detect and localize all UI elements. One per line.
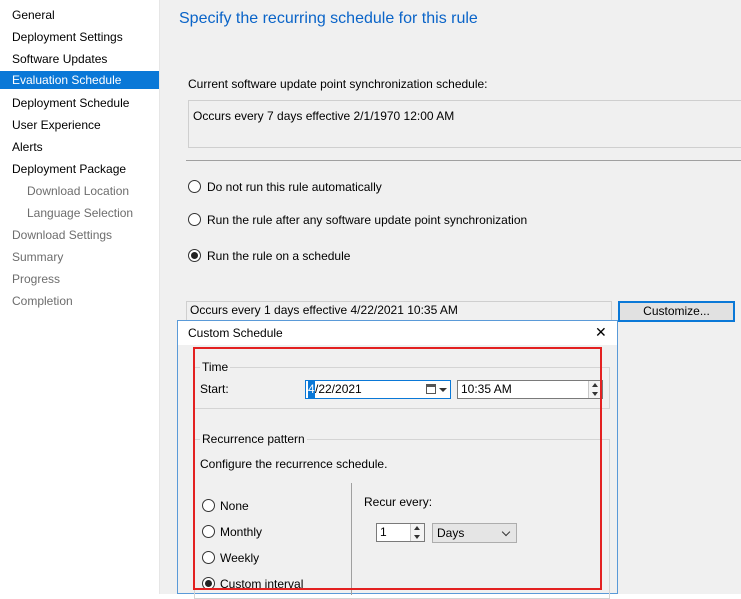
radio-run-on-schedule[interactable] bbox=[188, 249, 201, 262]
start-time-input[interactable]: 10:35 AM bbox=[457, 380, 603, 399]
sidebar-item-label: Evaluation Schedule bbox=[12, 73, 122, 87]
sync-schedule-text: Occurs every 7 days effective 2/1/1970 1… bbox=[193, 109, 455, 123]
customize-button[interactable]: Customize... bbox=[618, 301, 735, 322]
start-date-rest: /22/2021 bbox=[315, 382, 362, 396]
separator bbox=[186, 160, 741, 161]
sidebar-item-progress: Progress bbox=[0, 270, 159, 288]
radio-do-not-run[interactable] bbox=[188, 180, 201, 193]
sidebar-item-label: Deployment Schedule bbox=[12, 96, 130, 110]
radio-pattern-monthly-label[interactable]: Monthly bbox=[220, 525, 262, 539]
recur-unit-select[interactable]: Days bbox=[432, 523, 517, 543]
start-date-selected-part: 4 bbox=[308, 381, 315, 398]
sidebar-item-download-location: Download Location bbox=[0, 182, 159, 200]
chevron-down-icon[interactable] bbox=[439, 388, 447, 392]
radio-run-on-schedule-label[interactable]: Run the rule on a schedule bbox=[207, 249, 350, 263]
radio-pattern-custom-interval[interactable] bbox=[202, 577, 215, 590]
sidebar-item-label: Deployment Package bbox=[12, 162, 127, 176]
dialog-title: Custom Schedule bbox=[188, 326, 283, 340]
radio-pattern-monthly[interactable] bbox=[202, 525, 215, 538]
sidebar-item-download-settings: Download Settings bbox=[0, 226, 159, 244]
sidebar-item-label: Alerts bbox=[12, 140, 43, 154]
sidebar-item-deployment-package[interactable]: Deployment Package bbox=[0, 160, 159, 178]
sidebar-item-general[interactable]: General bbox=[0, 6, 159, 24]
sidebar-item-label: Download Location bbox=[27, 184, 130, 198]
sidebar-item-label: Deployment Settings bbox=[12, 30, 123, 44]
sidebar-item-label: Download Settings bbox=[12, 228, 113, 242]
recur-unit-value: Days bbox=[437, 526, 465, 540]
sidebar-item-label: Summary bbox=[12, 250, 64, 264]
radio-run-after-sync[interactable] bbox=[188, 213, 201, 226]
sidebar-item-deployment-schedule[interactable]: Deployment Schedule bbox=[0, 94, 159, 112]
start-time-spinner[interactable] bbox=[588, 381, 602, 398]
page-title: Specify the recurring schedule for this … bbox=[179, 10, 478, 27]
schedule-summary-text: Occurs every 1 days effective 4/22/2021 … bbox=[190, 303, 458, 317]
schedule-summary-box: Occurs every 1 days effective 4/22/2021 … bbox=[186, 301, 612, 321]
spin-down-icon[interactable] bbox=[414, 535, 420, 539]
sidebar-item-language-selection: Language Selection bbox=[0, 204, 159, 222]
start-label: Start: bbox=[200, 382, 229, 396]
time-group-label: Time bbox=[200, 360, 231, 374]
radio-pattern-weekly-label[interactable]: Weekly bbox=[220, 551, 259, 565]
sidebar-item-alerts[interactable]: Alerts bbox=[0, 138, 159, 156]
recur-interval-value: 1 bbox=[380, 525, 387, 539]
chevron-down-icon bbox=[501, 527, 511, 537]
recur-interval-spinner[interactable] bbox=[410, 524, 424, 541]
custom-schedule-dialog: Custom Schedule ✕ Time Start: 4 /22/2021… bbox=[177, 320, 618, 599]
recur-interval-input[interactable]: 1 bbox=[376, 523, 425, 542]
calendar-icon[interactable] bbox=[426, 384, 436, 394]
radio-pattern-none-label[interactable]: None bbox=[220, 499, 249, 513]
close-icon[interactable]: ✕ bbox=[595, 324, 607, 341]
sidebar-item-label: User Experience bbox=[12, 118, 101, 132]
sidebar-item-label: Progress bbox=[12, 272, 61, 286]
radio-pattern-weekly[interactable] bbox=[202, 551, 215, 564]
radio-run-after-sync-label[interactable]: Run the rule after any software update p… bbox=[207, 213, 527, 227]
sidebar-item-summary: Summary bbox=[0, 248, 159, 266]
start-time-value: 10:35 AM bbox=[461, 382, 512, 396]
pattern-divider bbox=[351, 483, 352, 595]
radio-pattern-custom-interval-label[interactable]: Custom interval bbox=[220, 577, 303, 591]
radio-do-not-run-label[interactable]: Do not run this rule automatically bbox=[207, 180, 382, 194]
start-date-picker[interactable]: 4 /22/2021 bbox=[305, 380, 451, 399]
spin-up-icon[interactable] bbox=[592, 383, 598, 387]
sidebar-item-label: Language Selection bbox=[27, 206, 134, 220]
sync-schedule-box: Occurs every 7 days effective 2/1/1970 1… bbox=[188, 100, 741, 148]
sidebar-item-deployment-settings[interactable]: Deployment Settings bbox=[0, 28, 159, 46]
sync-schedule-label: Current software update point synchroniz… bbox=[188, 77, 488, 91]
wizard-sidebar: General Deployment Settings Software Upd… bbox=[0, 0, 160, 594]
sidebar-item-evaluation-schedule[interactable]: Evaluation Schedule bbox=[0, 71, 159, 89]
recur-every-label: Recur every: bbox=[364, 495, 433, 509]
sidebar-item-user-experience[interactable]: User Experience bbox=[0, 116, 159, 134]
sidebar-item-label: Software Updates bbox=[12, 52, 108, 66]
dialog-titlebar[interactable]: Custom Schedule ✕ bbox=[178, 321, 617, 345]
recurrence-group-label: Recurrence pattern bbox=[200, 432, 307, 446]
spin-up-icon[interactable] bbox=[414, 526, 420, 530]
radio-pattern-none[interactable] bbox=[202, 499, 215, 512]
sidebar-item-label: General bbox=[12, 8, 55, 22]
sidebar-item-label: Completion bbox=[12, 294, 73, 308]
sidebar-item-completion: Completion bbox=[0, 292, 159, 310]
spin-down-icon[interactable] bbox=[592, 392, 598, 396]
recurrence-hint: Configure the recurrence schedule. bbox=[200, 457, 388, 471]
sidebar-item-software-updates[interactable]: Software Updates bbox=[0, 50, 159, 68]
